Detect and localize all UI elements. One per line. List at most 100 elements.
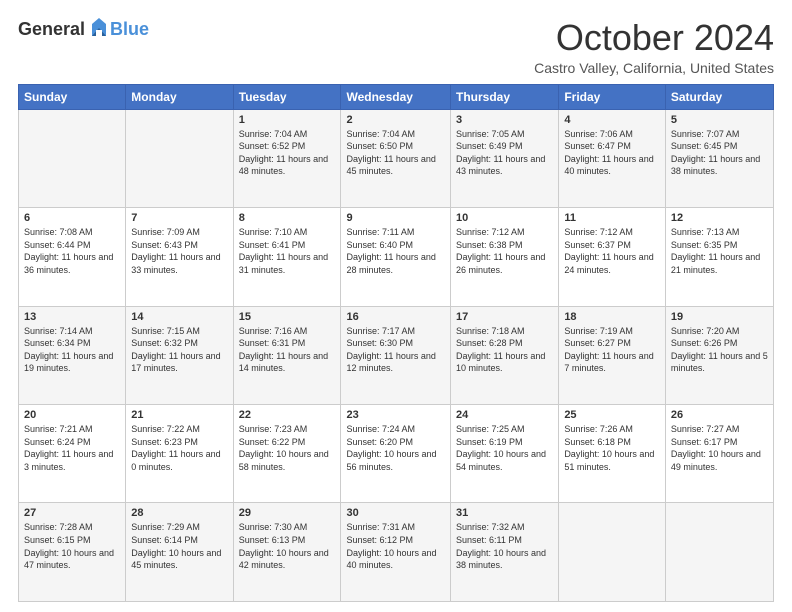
day-cell	[559, 503, 666, 602]
day-cell: 3 Sunrise: 7:05 AMSunset: 6:49 PMDaylight…	[451, 109, 559, 207]
day-info: Sunrise: 7:18 AMSunset: 6:28 PMDaylight:…	[456, 325, 553, 375]
day-info: Sunrise: 7:04 AMSunset: 6:50 PMDaylight:…	[346, 128, 445, 178]
day-number: 22	[239, 409, 336, 421]
day-number: 29	[239, 507, 336, 519]
week-row-4: 20 Sunrise: 7:21 AMSunset: 6:24 PMDayligh…	[19, 405, 774, 503]
week-row-2: 6Sunrise: 7:08 AMSunset: 6:44 PMDaylight…	[19, 208, 774, 306]
day-cell: 16 Sunrise: 7:17 AMSunset: 6:30 PMDayligh…	[341, 306, 451, 404]
day-cell: 30 Sunrise: 7:31 AMSunset: 6:12 PMDayligh…	[341, 503, 451, 602]
col-header-sunday: Sunday	[19, 84, 126, 109]
day-info: Sunrise: 7:19 AMSunset: 6:27 PMDaylight:…	[564, 325, 660, 375]
day-number: 21	[131, 409, 227, 421]
day-number: 8	[239, 212, 336, 224]
day-number: 13	[24, 311, 120, 323]
logo-blue-text: Blue	[110, 19, 149, 40]
day-cell: 5 Sunrise: 7:07 AMSunset: 6:45 PMDaylight…	[665, 109, 773, 207]
day-cell: 19 Sunrise: 7:20 AMSunset: 6:26 PMDayligh…	[665, 306, 773, 404]
day-cell: 12Sunrise: 7:13 AMSunset: 6:35 PMDayligh…	[665, 208, 773, 306]
day-info: Sunrise: 7:04 AMSunset: 6:52 PMDaylight:…	[239, 128, 336, 178]
day-cell: 17 Sunrise: 7:18 AMSunset: 6:28 PMDayligh…	[451, 306, 559, 404]
day-cell: 25 Sunrise: 7:26 AMSunset: 6:18 PMDayligh…	[559, 405, 666, 503]
day-number: 2	[346, 114, 445, 126]
day-cell: 26 Sunrise: 7:27 AMSunset: 6:17 PMDayligh…	[665, 405, 773, 503]
day-info: Sunrise: 7:11 AMSunset: 6:40 PMDaylight:…	[346, 226, 445, 276]
day-info: Sunrise: 7:20 AMSunset: 6:26 PMDaylight:…	[671, 325, 768, 375]
header: General Blue October 2024 Castro Valley,…	[18, 18, 774, 76]
day-info: Sunrise: 7:13 AMSunset: 6:35 PMDaylight:…	[671, 226, 768, 276]
day-info: Sunrise: 7:12 AMSunset: 6:38 PMDaylight:…	[456, 226, 553, 276]
day-cell: 29 Sunrise: 7:30 AMSunset: 6:13 PMDayligh…	[233, 503, 341, 602]
day-cell: 31 Sunrise: 7:32 AMSunset: 6:11 PMDayligh…	[451, 503, 559, 602]
day-number: 17	[456, 311, 553, 323]
day-cell: 20 Sunrise: 7:21 AMSunset: 6:24 PMDayligh…	[19, 405, 126, 503]
day-info: Sunrise: 7:06 AMSunset: 6:47 PMDaylight:…	[564, 128, 660, 178]
day-cell: 24 Sunrise: 7:25 AMSunset: 6:19 PMDayligh…	[451, 405, 559, 503]
day-number: 7	[131, 212, 227, 224]
day-cell: 11Sunrise: 7:12 AMSunset: 6:37 PMDayligh…	[559, 208, 666, 306]
day-info: Sunrise: 7:15 AMSunset: 6:32 PMDaylight:…	[131, 325, 227, 375]
page: General Blue October 2024 Castro Valley,…	[0, 0, 792, 612]
day-cell: 7 Sunrise: 7:09 AMSunset: 6:43 PMDaylight…	[126, 208, 233, 306]
col-header-monday: Monday	[126, 84, 233, 109]
calendar-header-row: SundayMondayTuesdayWednesdayThursdayFrid…	[19, 84, 774, 109]
day-number: 24	[456, 409, 553, 421]
day-cell: 23 Sunrise: 7:24 AMSunset: 6:20 PMDayligh…	[341, 405, 451, 503]
day-number: 28	[131, 507, 227, 519]
day-info: Sunrise: 7:10 AMSunset: 6:41 PMDaylight:…	[239, 226, 336, 276]
day-info: Sunrise: 7:32 AMSunset: 6:11 PMDaylight:…	[456, 521, 553, 571]
day-cell: 8 Sunrise: 7:10 AMSunset: 6:41 PMDaylight…	[233, 208, 341, 306]
day-info: Sunrise: 7:27 AMSunset: 6:17 PMDaylight:…	[671, 423, 768, 473]
day-info: Sunrise: 7:08 AMSunset: 6:44 PMDaylight:…	[24, 226, 120, 276]
col-header-thursday: Thursday	[451, 84, 559, 109]
day-cell: 18 Sunrise: 7:19 AMSunset: 6:27 PMDayligh…	[559, 306, 666, 404]
day-number: 3	[456, 114, 553, 126]
week-row-3: 13Sunrise: 7:14 AMSunset: 6:34 PMDayligh…	[19, 306, 774, 404]
day-number: 1	[239, 114, 336, 126]
day-info: Sunrise: 7:07 AMSunset: 6:45 PMDaylight:…	[671, 128, 768, 178]
col-header-saturday: Saturday	[665, 84, 773, 109]
day-number: 26	[671, 409, 768, 421]
day-info: Sunrise: 7:26 AMSunset: 6:18 PMDaylight:…	[564, 423, 660, 473]
day-info: Sunrise: 7:05 AMSunset: 6:49 PMDaylight:…	[456, 128, 553, 178]
day-info: Sunrise: 7:29 AMSunset: 6:14 PMDaylight:…	[131, 521, 227, 571]
day-info: Sunrise: 7:24 AMSunset: 6:20 PMDaylight:…	[346, 423, 445, 473]
day-info: Sunrise: 7:25 AMSunset: 6:19 PMDaylight:…	[456, 423, 553, 473]
day-cell: 2 Sunrise: 7:04 AMSunset: 6:50 PMDaylight…	[341, 109, 451, 207]
day-cell: 13Sunrise: 7:14 AMSunset: 6:34 PMDayligh…	[19, 306, 126, 404]
title-block: October 2024 Castro Valley, California, …	[534, 18, 774, 76]
week-row-1: 1 Sunrise: 7:04 AMSunset: 6:52 PMDaylight…	[19, 109, 774, 207]
day-number: 14	[131, 311, 227, 323]
day-cell: 27 Sunrise: 7:28 AMSunset: 6:15 PMDayligh…	[19, 503, 126, 602]
day-info: Sunrise: 7:30 AMSunset: 6:13 PMDaylight:…	[239, 521, 336, 571]
day-number: 31	[456, 507, 553, 519]
col-header-tuesday: Tuesday	[233, 84, 341, 109]
day-cell: 28 Sunrise: 7:29 AMSunset: 6:14 PMDayligh…	[126, 503, 233, 602]
day-number: 4	[564, 114, 660, 126]
day-number: 23	[346, 409, 445, 421]
day-cell: 22Sunrise: 7:23 AMSunset: 6:22 PMDayligh…	[233, 405, 341, 503]
day-info: Sunrise: 7:09 AMSunset: 6:43 PMDaylight:…	[131, 226, 227, 276]
day-number: 25	[564, 409, 660, 421]
day-number: 30	[346, 507, 445, 519]
logo-general-text: General	[18, 19, 85, 40]
day-info: Sunrise: 7:31 AMSunset: 6:12 PMDaylight:…	[346, 521, 445, 571]
day-number: 18	[564, 311, 660, 323]
day-number: 9	[346, 212, 445, 224]
day-number: 11	[564, 212, 660, 224]
day-info: Sunrise: 7:17 AMSunset: 6:30 PMDaylight:…	[346, 325, 445, 375]
day-number: 20	[24, 409, 120, 421]
day-number: 19	[671, 311, 768, 323]
day-number: 5	[671, 114, 768, 126]
day-number: 10	[456, 212, 553, 224]
week-row-5: 27 Sunrise: 7:28 AMSunset: 6:15 PMDayligh…	[19, 503, 774, 602]
day-info: Sunrise: 7:21 AMSunset: 6:24 PMDaylight:…	[24, 423, 120, 473]
day-cell: 6Sunrise: 7:08 AMSunset: 6:44 PMDaylight…	[19, 208, 126, 306]
location-text: Castro Valley, California, United States	[534, 60, 774, 76]
day-cell	[126, 109, 233, 207]
day-number: 27	[24, 507, 120, 519]
day-info: Sunrise: 7:28 AMSunset: 6:15 PMDaylight:…	[24, 521, 120, 571]
col-header-wednesday: Wednesday	[341, 84, 451, 109]
day-number: 16	[346, 311, 445, 323]
day-info: Sunrise: 7:22 AMSunset: 6:23 PMDaylight:…	[131, 423, 227, 473]
col-header-friday: Friday	[559, 84, 666, 109]
